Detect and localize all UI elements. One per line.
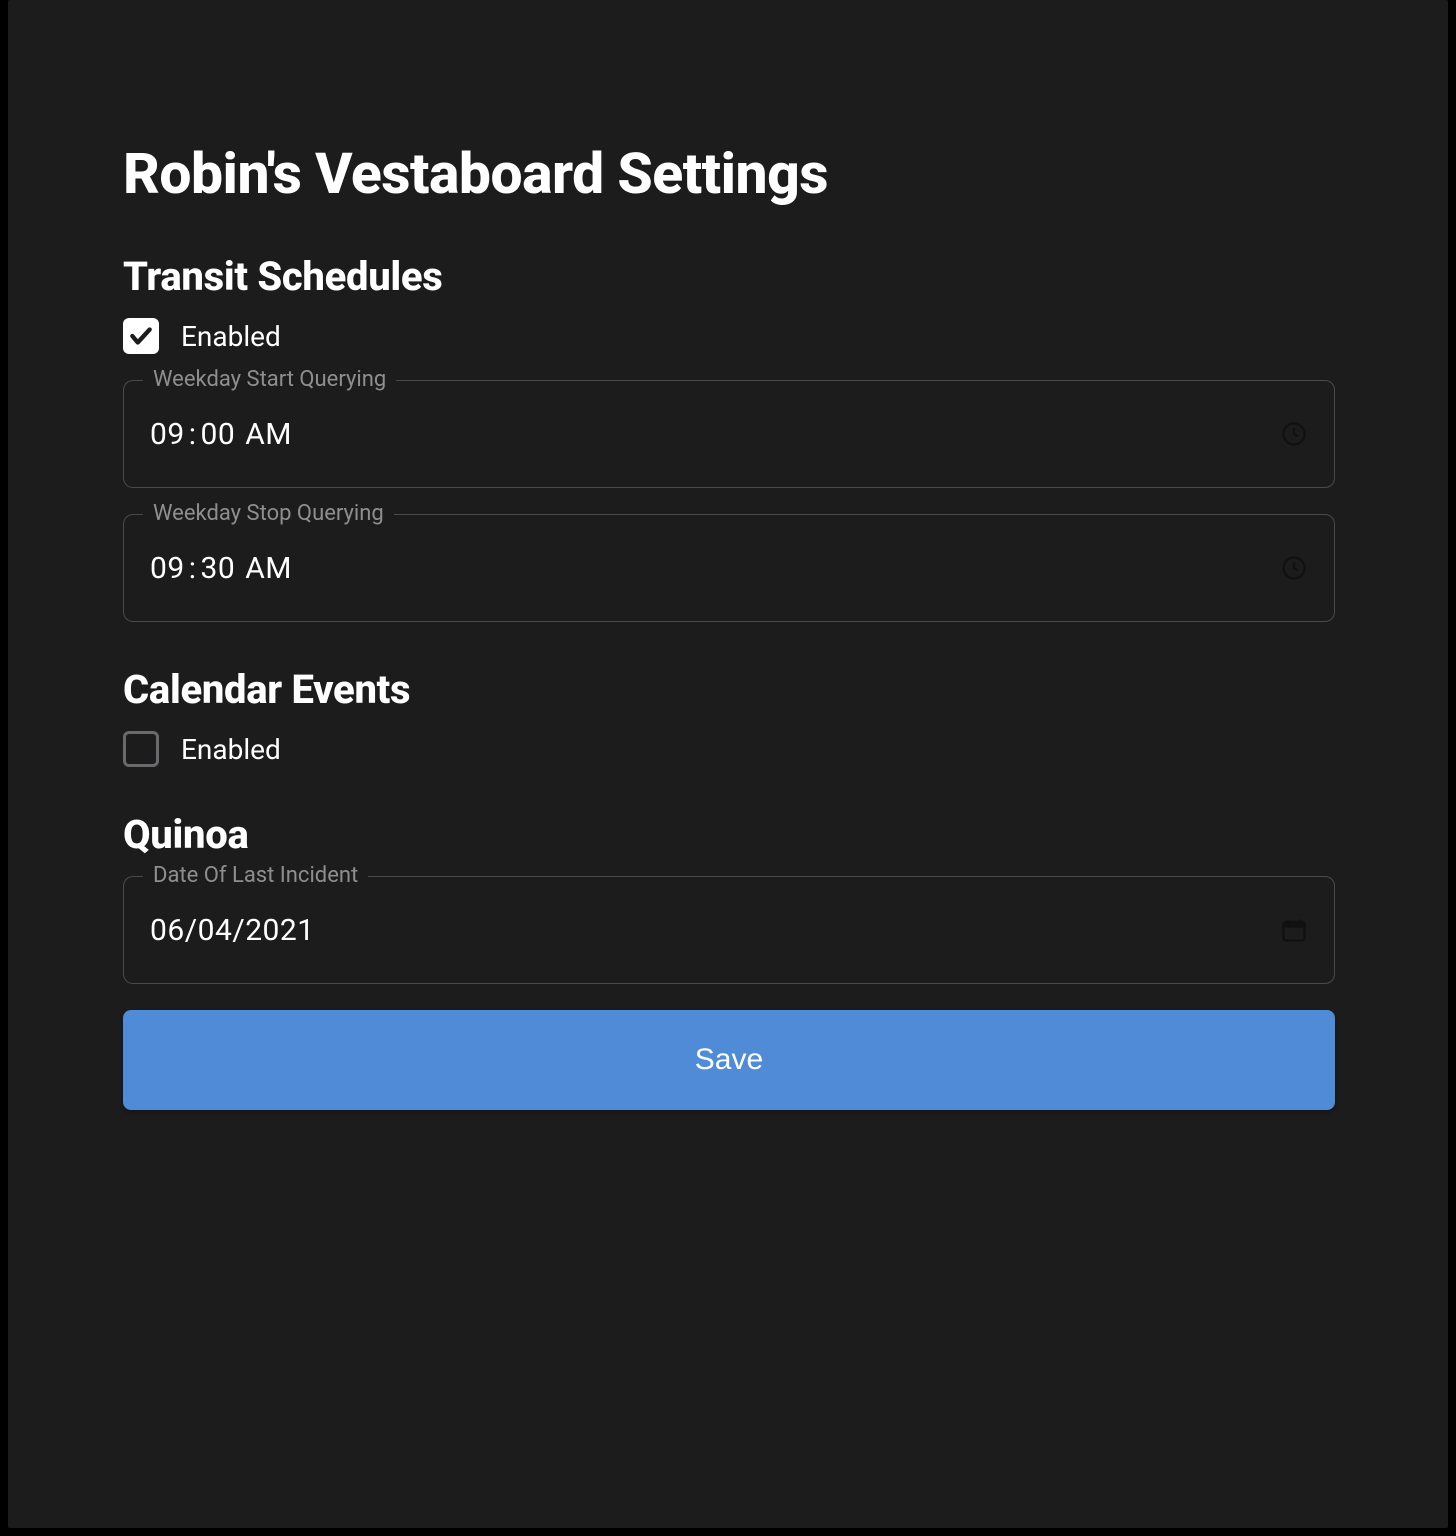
- settings-page: Robin's Vestaboard Settings Transit Sche…: [8, 0, 1448, 1528]
- weekday-start-value[interactable]: 09:00AM: [150, 417, 1280, 452]
- weekday-stop-field[interactable]: Weekday Stop Querying 09:30AM: [123, 514, 1335, 622]
- clock-icon[interactable]: [1280, 554, 1308, 582]
- calendar-enabled-row: Enabled: [123, 731, 1333, 767]
- section-heading-transit: Transit Schedules: [123, 253, 1333, 300]
- time-colon: :: [185, 551, 201, 586]
- date-last-incident-legend: Date Of Last Incident: [143, 863, 368, 888]
- start-minute: 00: [201, 417, 236, 452]
- stop-ampm: AM: [235, 551, 292, 586]
- check-icon: [128, 323, 154, 349]
- weekday-start-legend: Weekday Start Querying: [143, 367, 396, 392]
- weekday-stop-value[interactable]: 09:30AM: [150, 551, 1280, 586]
- weekday-stop-legend: Weekday Stop Querying: [143, 501, 394, 526]
- date-last-incident-field[interactable]: Date Of Last Incident 06/04/2021: [123, 876, 1335, 984]
- clock-icon[interactable]: [1280, 420, 1308, 448]
- page-title: Robin's Vestaboard Settings: [123, 140, 1333, 207]
- section-heading-quinoa: Quinoa: [123, 811, 1333, 858]
- time-colon: :: [185, 417, 201, 452]
- weekday-start-field[interactable]: Weekday Start Querying 09:00AM: [123, 380, 1335, 488]
- stop-hour: 09: [150, 551, 185, 586]
- start-ampm: AM: [235, 417, 292, 452]
- section-heading-calendar: Calendar Events: [123, 666, 1333, 713]
- calendar-enabled-checkbox[interactable]: [123, 731, 159, 767]
- stop-minute: 30: [201, 551, 236, 586]
- calendar-enabled-label: Enabled: [181, 733, 281, 766]
- save-button[interactable]: Save: [123, 1010, 1335, 1110]
- transit-enabled-row: Enabled: [123, 318, 1333, 354]
- start-hour: 09: [150, 417, 185, 452]
- date-last-incident-value[interactable]: 06/04/2021: [150, 913, 1280, 948]
- transit-enabled-checkbox[interactable]: [123, 318, 159, 354]
- transit-enabled-label: Enabled: [181, 320, 281, 353]
- calendar-icon[interactable]: [1280, 916, 1308, 944]
